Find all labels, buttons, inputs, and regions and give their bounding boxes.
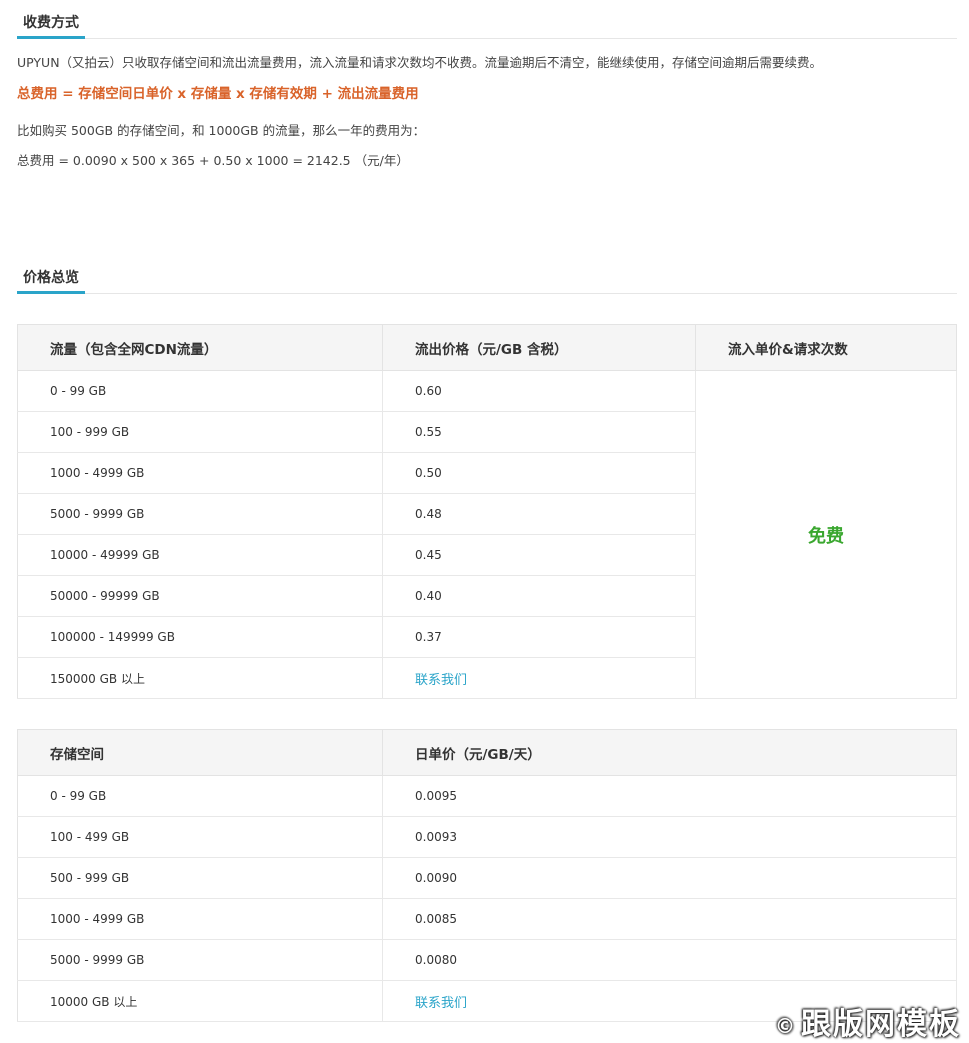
storage-price-cell: 0.0080 (382, 939, 957, 981)
traffic-range-cell: 1000 - 4999 GB (17, 452, 383, 494)
storage-price-cell: 0.0090 (382, 857, 957, 899)
table-row: 5000 - 9999 GB 0.0080 (17, 939, 957, 981)
free-label: 免费 (695, 370, 957, 699)
column-header-inbound-requests: 流入单价&请求次数 (695, 324, 957, 371)
traffic-range-cell: 150000 GB 以上 (17, 657, 383, 699)
traffic-range-cell: 10000 - 49999 GB (17, 534, 383, 576)
section-title-billing: 收费方式 (17, 3, 85, 39)
billing-example-line2: 总费用 = 0.0090 x 500 x 365 + 0.50 x 1000 =… (17, 153, 409, 168)
traffic-price-cell: 0.37 (382, 616, 696, 658)
section-header-billing: 收费方式 (17, 2, 957, 39)
storage-range-cell: 1000 - 4999 GB (17, 898, 383, 940)
storage-price-cell: 0.0095 (382, 775, 957, 817)
table-header-row: 存储空间 日单价（元/GB/天） (17, 729, 957, 776)
traffic-range-cell: 100000 - 149999 GB (17, 616, 383, 658)
section-header-pricing: 价格总览 (17, 257, 957, 294)
storage-range-cell: 5000 - 9999 GB (17, 939, 383, 981)
traffic-price-cell: 0.60 (382, 370, 696, 412)
column-header-traffic: 流量（包含全网CDN流量） (17, 324, 383, 371)
traffic-price-cell: 0.55 (382, 411, 696, 453)
traffic-price-cell: 0.50 (382, 452, 696, 494)
storage-range-cell: 100 - 499 GB (17, 816, 383, 858)
traffic-range-cell: 0 - 99 GB (17, 370, 383, 412)
table-row: 1000 - 4999 GB 0.0085 (17, 898, 957, 940)
traffic-price-table: 流量（包含全网CDN流量） 流出价格（元/GB 含税） 流入单价&请求次数 0 … (17, 324, 957, 699)
traffic-price-cell: 0.48 (382, 493, 696, 535)
table-row: 100 - 499 GB 0.0093 (17, 816, 957, 858)
watermark: © 跟版网模板 (775, 999, 961, 1042)
traffic-price-cell: 0.45 (382, 534, 696, 576)
billing-formula: 总费用 = 存储空间日单价 x 存储量 x 存储有效期 + 流出流量费用 (17, 86, 419, 102)
watermark-text: 跟版网模板 (801, 1007, 961, 1042)
section-title-pricing: 价格总览 (17, 258, 85, 294)
column-header-storage: 存储空间 (17, 729, 383, 776)
table-header-row: 流量（包含全网CDN流量） 流出价格（元/GB 含税） 流入单价&请求次数 (17, 324, 957, 371)
traffic-price-cell: 0.40 (382, 575, 696, 617)
traffic-range-cell: 50000 - 99999 GB (17, 575, 383, 617)
traffic-range-cell: 5000 - 9999 GB (17, 493, 383, 535)
storage-range-cell: 10000 GB 以上 (17, 980, 383, 1022)
storage-price-table: 存储空间 日单价（元/GB/天） 0 - 99 GB 0.0095 100 - … (17, 729, 957, 1022)
table-row: 0 - 99 GB 0.60 免费 (17, 370, 957, 699)
billing-intro-text: UPYUN（又拍云）只收取存储空间和流出流量费用，流入流量和请求次数均不收费。流… (17, 55, 823, 70)
storage-range-cell: 500 - 999 GB (17, 857, 383, 899)
contact-us-link[interactable]: 联系我们 (382, 657, 696, 699)
column-header-outbound-price: 流出价格（元/GB 含税） (382, 324, 696, 371)
column-header-daily-price: 日单价（元/GB/天） (382, 729, 957, 776)
billing-example-line1: 比如购买 500GB 的存储空间，和 1000GB 的流量，那么一年的费用为： (17, 123, 426, 138)
storage-price-cell: 0.0085 (382, 898, 957, 940)
traffic-range-cell: 100 - 999 GB (17, 411, 383, 453)
storage-price-cell: 0.0093 (382, 816, 957, 858)
table-row: 500 - 999 GB 0.0090 (17, 857, 957, 899)
storage-range-cell: 0 - 99 GB (17, 775, 383, 817)
table-row: 0 - 99 GB 0.0095 (17, 775, 957, 817)
copyright-icon: © (775, 1013, 797, 1038)
